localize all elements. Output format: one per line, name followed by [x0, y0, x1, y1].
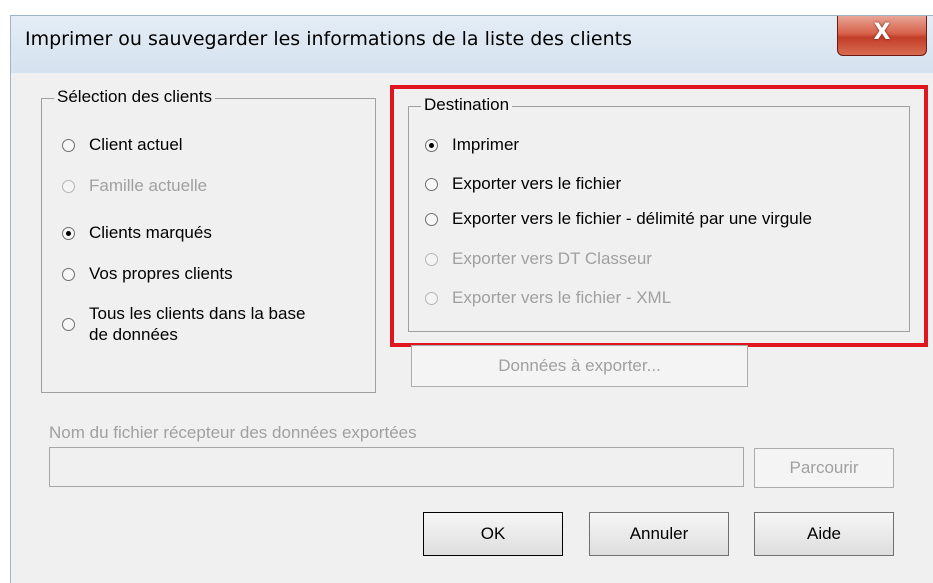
destination-highlight-box	[390, 85, 928, 347]
radio-button-icon[interactable]	[62, 268, 75, 281]
help-button[interactable]: Aide	[754, 512, 894, 556]
client-selection-legend: Sélection des clients	[54, 87, 215, 107]
radio-vos-propres-clients[interactable]: Vos propres clients	[62, 264, 233, 284]
radio-button-icon[interactable]	[62, 227, 75, 240]
title-bar[interactable]: Imprimer ou sauvegarder les informations…	[10, 15, 933, 73]
ok-button[interactable]: OK	[423, 512, 563, 556]
radio-button-icon	[62, 180, 75, 193]
radio-label: Tous les clients dans la base de données	[89, 303, 305, 345]
dialog-body: Sélection des clients Client actuel Fami…	[10, 73, 933, 583]
radio-label-line1: Tous les clients dans la base	[89, 304, 306, 323]
radio-clients-marques[interactable]: Clients marqués	[62, 223, 212, 243]
radio-label-line2: de données	[89, 325, 178, 344]
export-data-button[interactable]: Données à exporter...	[411, 345, 748, 387]
radio-label: Famille actuelle	[89, 176, 208, 195]
print-save-dialog: Imprimer ou sauvegarder les informations…	[0, 0, 933, 583]
file-name-input[interactable]	[49, 447, 744, 487]
radio-button-icon[interactable]	[62, 139, 75, 152]
window-title: Imprimer ou sauvegarder les informations…	[25, 28, 632, 50]
radio-label: Vos propres clients	[89, 264, 233, 283]
radio-label: Clients marqués	[89, 223, 212, 242]
radio-tous-les-clients[interactable]: Tous les clients dans la base de données	[62, 303, 305, 345]
radio-label: Client actuel	[89, 135, 183, 154]
radio-button-icon[interactable]	[62, 317, 75, 331]
cancel-button[interactable]: Annuler	[589, 512, 729, 556]
browse-button[interactable]: Parcourir	[754, 448, 894, 488]
radio-famille-actuelle: Famille actuelle	[62, 176, 207, 196]
close-icon: X	[873, 20, 891, 45]
file-name-label: Nom du fichier récepteur des données exp…	[49, 423, 417, 442]
client-selection-group: Sélection des clients Client actuel Fami…	[41, 87, 376, 393]
radio-client-actuel[interactable]: Client actuel	[62, 135, 183, 155]
close-button[interactable]: X	[837, 16, 927, 56]
